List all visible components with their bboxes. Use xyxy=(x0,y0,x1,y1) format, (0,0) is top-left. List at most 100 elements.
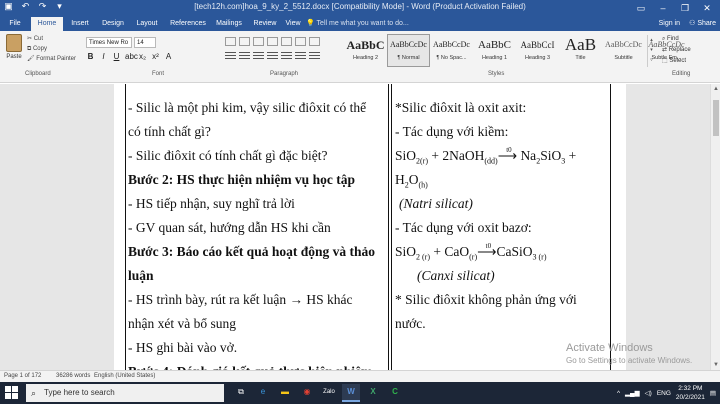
superscript-button[interactable]: x² xyxy=(151,52,160,62)
scroll-down-icon[interactable]: ▼ xyxy=(711,362,720,368)
tab-mailings[interactable]: Mailings xyxy=(212,17,246,31)
taskbar: ⌕ Type here to search ⧉ e ▬ ◉ Zalo W X C… xyxy=(0,382,720,404)
ribbon-home: Paste ✂ Cut ⧉ Copy 🖌 Format Painter Clip… xyxy=(0,31,720,83)
font-color-button[interactable]: A xyxy=(164,52,173,62)
document-page[interactable]: - Silic là một phi kim, vậy silic điôxit… xyxy=(114,84,626,370)
chevron-up-icon[interactable]: ▴ xyxy=(648,35,655,45)
format-painter-button[interactable]: 🖌 Format Painter xyxy=(27,54,76,64)
replace-label: Replace xyxy=(668,47,691,53)
decrease-indent-icon[interactable] xyxy=(267,37,278,46)
tab-file[interactable]: File xyxy=(0,17,30,31)
language-indicator[interactable]: English (United States) xyxy=(94,373,155,379)
excel-icon[interactable]: X xyxy=(364,384,382,402)
sign-in-link[interactable]: Sign in xyxy=(659,17,680,31)
scroll-up-icon[interactable]: ▲ xyxy=(711,86,720,92)
font-family-select[interactable]: Times New Ro xyxy=(86,37,132,48)
underline-button[interactable]: U xyxy=(112,52,121,62)
strikethrough-button[interactable]: abc xyxy=(125,52,138,62)
subscript-button[interactable]: x₂ xyxy=(138,52,147,62)
multilevel-list-icon[interactable] xyxy=(253,37,264,46)
chevron-down-icon[interactable]: ▾ xyxy=(648,45,655,55)
taskbar-search[interactable]: ⌕ Type here to search xyxy=(26,384,224,402)
ribbon-display-icon[interactable]: ▭ xyxy=(630,0,652,17)
volume-icon[interactable]: ◁) xyxy=(645,389,652,397)
tab-references[interactable]: References xyxy=(166,17,210,31)
left-column: - Silic là một phi kim, vậy silic điôxit… xyxy=(128,96,386,370)
style-name: Heading 3 xyxy=(524,55,551,61)
style-name: ¶ No Spac... xyxy=(436,55,467,61)
document-area[interactable]: - Silic là một phi kim, vậy silic điôxit… xyxy=(0,84,710,370)
select-button[interactable]: ⬚ Select xyxy=(662,56,691,67)
close-icon[interactable]: ✕ xyxy=(696,0,718,17)
tab-review[interactable]: Review xyxy=(250,17,280,31)
numbering-icon[interactable] xyxy=(239,37,250,46)
copy-button[interactable]: ⧉ Copy xyxy=(27,44,76,54)
tab-design[interactable]: Design xyxy=(97,17,129,31)
bullets-icon[interactable] xyxy=(225,37,236,46)
scroll-thumb[interactable] xyxy=(713,100,719,136)
italic-button[interactable]: I xyxy=(99,52,108,62)
input-language[interactable]: ENG xyxy=(657,390,671,397)
style-sample: AaBbCcDc xyxy=(390,40,427,49)
eq-term: Na xyxy=(520,148,537,163)
cut-button[interactable]: ✂ Cut xyxy=(27,34,76,44)
tab-layout[interactable]: Layout xyxy=(131,17,163,31)
camtasia-icon[interactable]: C xyxy=(386,384,404,402)
show-marks-icon[interactable] xyxy=(309,37,320,46)
edge-icon[interactable]: e xyxy=(254,384,272,402)
tab-home[interactable]: Home xyxy=(31,17,63,31)
tab-view[interactable]: View xyxy=(282,17,304,31)
minimize-icon[interactable]: – xyxy=(652,0,674,17)
style-sample: AaBbCcDc xyxy=(605,40,642,49)
zalo-icon[interactable]: Zalo xyxy=(320,384,338,402)
word-count[interactable]: 36286 words xyxy=(56,373,90,379)
style-name: Title xyxy=(575,55,586,61)
more-styles-icon[interactable]: ▿ xyxy=(648,55,655,65)
style-heading-2[interactable]: AaBbC Heading 2 xyxy=(344,34,387,67)
replace-button[interactable]: ⇄ Replace xyxy=(662,45,691,56)
network-icon[interactable]: ▂▄▆ xyxy=(625,389,640,397)
align-center-icon[interactable] xyxy=(239,52,250,61)
style-normal[interactable]: AaBbCcDc ¶ Normal xyxy=(387,34,430,67)
step-heading-cont: luận xyxy=(128,268,154,283)
clock[interactable]: 2:32 PM 20/2/2021 xyxy=(676,384,705,402)
tell-me-box[interactable]: 💡 Tell me what you want to do... xyxy=(306,17,409,31)
style-title[interactable]: AaB Title xyxy=(559,34,602,67)
page-count[interactable]: Page 1 of 172 xyxy=(4,373,41,379)
paragraph-group-label: Paragraph xyxy=(270,71,299,77)
find-button[interactable]: ⌕ Find xyxy=(662,34,691,45)
justify-icon[interactable] xyxy=(267,52,278,61)
align-right-icon[interactable] xyxy=(253,52,264,61)
sort-icon[interactable] xyxy=(295,37,306,46)
file-explorer-icon[interactable]: ▬ xyxy=(276,384,294,402)
windows-start-icon[interactable] xyxy=(5,386,19,400)
clipboard-group-label: Clipboard xyxy=(25,71,51,77)
styles-scroll[interactable]: ▴ ▾ ▿ xyxy=(647,35,655,67)
style-no-spacing[interactable]: AaBbCcDc ¶ No Spac... xyxy=(430,34,473,67)
word-icon[interactable]: W xyxy=(342,384,360,402)
style-subtitle[interactable]: AaBbCcDc Subtitle xyxy=(602,34,645,67)
eq-state: (r) xyxy=(420,156,429,166)
increase-indent-icon[interactable] xyxy=(281,37,292,46)
table-border-mid-a xyxy=(388,84,389,370)
line-spacing-icon[interactable] xyxy=(281,52,292,61)
bold-button[interactable]: B xyxy=(86,52,95,62)
style-heading-1[interactable]: AaBbC Heading 1 xyxy=(473,34,516,67)
task-view-icon[interactable]: ⧉ xyxy=(232,384,250,402)
tray-chevron-icon[interactable]: ^ xyxy=(617,390,620,397)
chrome-icon[interactable]: ◉ xyxy=(298,384,316,402)
font-size-select[interactable]: 14 xyxy=(134,37,156,48)
share-button[interactable]: ⚇ Share xyxy=(689,17,716,31)
vertical-scrollbar[interactable]: ▲ ▼ xyxy=(710,84,720,370)
text-line: - Silic là một phi kim, vậy silic điôxit… xyxy=(128,100,367,115)
borders-icon[interactable] xyxy=(309,52,320,61)
select-label: Select xyxy=(669,58,687,64)
shading-icon[interactable] xyxy=(295,52,306,61)
restore-icon[interactable]: ❐ xyxy=(674,0,696,17)
style-heading-3[interactable]: AaBbCcI Heading 3 xyxy=(516,34,559,67)
find-label: Find xyxy=(667,36,679,42)
tab-insert[interactable]: Insert xyxy=(65,17,95,31)
align-left-icon[interactable] xyxy=(225,52,236,61)
notifications-icon[interactable]: ▤ xyxy=(710,389,716,397)
paste-button[interactable]: Paste xyxy=(4,34,24,60)
